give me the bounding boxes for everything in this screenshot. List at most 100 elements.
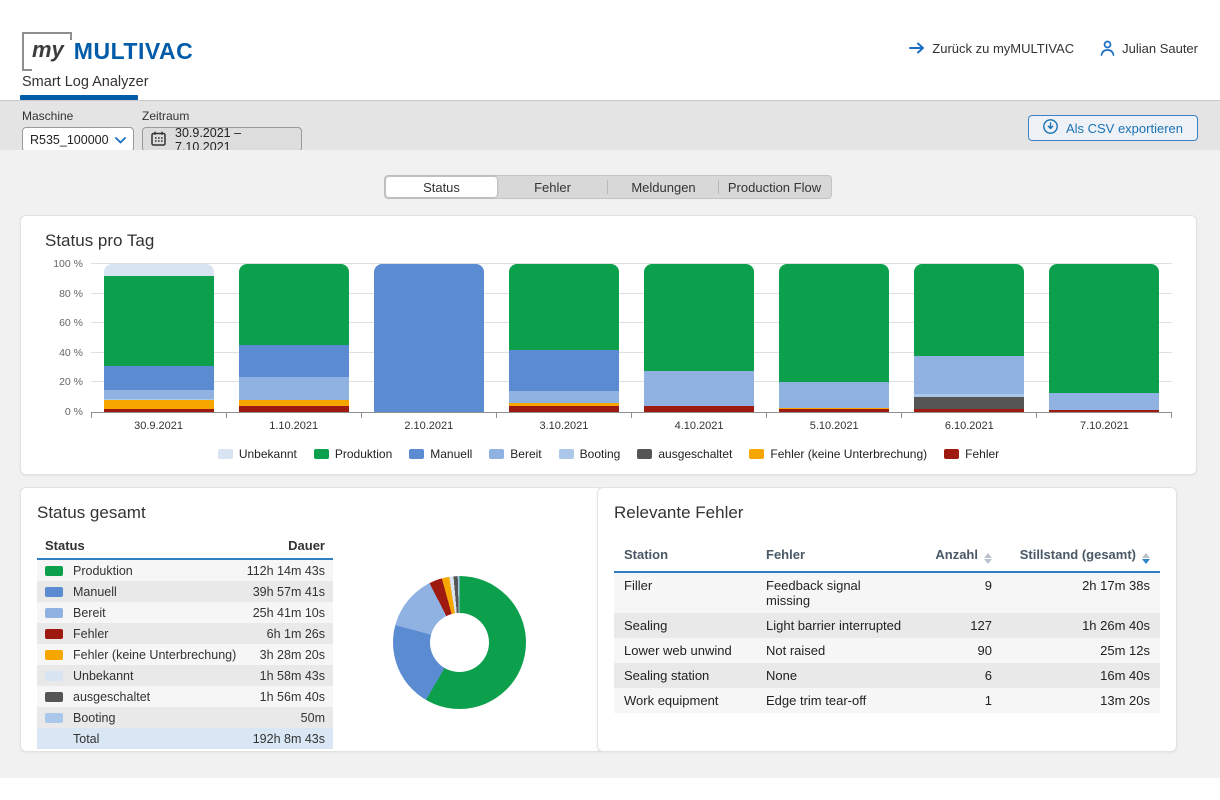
- machine-select[interactable]: R535_100000: [22, 127, 134, 152]
- date-range-picker[interactable]: 30.9.2021 – 7.10.2021: [142, 127, 302, 152]
- status-total-table: Status Dauer Produktion112h 14m 43sManue…: [37, 535, 333, 749]
- user-name-label: Julian Sauter: [1122, 41, 1198, 56]
- legend-label: Fehler: [965, 447, 999, 461]
- status-duration: 1h 56m 40s: [260, 690, 325, 704]
- legend-item-produktion[interactable]: Produktion: [314, 447, 392, 461]
- legend-item-fehler[interactable]: Fehler: [944, 447, 999, 461]
- status-swatch: [45, 629, 63, 639]
- sort-icon-active: [1142, 553, 1150, 564]
- stillstand-col-header-sort[interactable]: Stillstand (gesamt): [992, 547, 1150, 564]
- status-total-card: Status gesamt Status Dauer Produktion112…: [20, 487, 603, 752]
- smart-log-analyzer-page: my MULTIVAC Smart Log Analyzer Zurück zu…: [0, 0, 1220, 800]
- legend-item-bereit[interactable]: Bereit: [489, 447, 541, 461]
- error-station: Filler: [624, 578, 766, 608]
- x-label: 7.10.2021: [1037, 420, 1172, 432]
- bar-group-6.10.2021[interactable]: [902, 265, 1037, 412]
- status-name: Bereit: [73, 606, 106, 620]
- status-row-fehler: Fehler 6h 1m 26s: [37, 623, 333, 644]
- bar-segment-fehler: [1049, 410, 1159, 412]
- bar-segment-bereit: [779, 382, 889, 407]
- legend-item-ausgeschaltet[interactable]: ausgeschaltet: [637, 447, 732, 461]
- bar-segment-produktion: [914, 264, 1024, 356]
- error-count: 6: [902, 668, 992, 683]
- anzahl-col-header-sort[interactable]: Anzahl: [902, 547, 992, 564]
- mymultivac-logo[interactable]: my MULTIVAC: [22, 32, 193, 69]
- bar-group-4.10.2021[interactable]: [632, 265, 767, 412]
- bar-segment-bereit: [914, 356, 1024, 394]
- x-label: 4.10.2021: [632, 420, 767, 432]
- error-count: 9: [902, 578, 992, 608]
- legend-item-fehler-keine-unterbrechung-[interactable]: Fehler (keine Unterbrechung): [749, 447, 927, 461]
- bar-segment-produktion: [644, 264, 754, 371]
- period-label: Zeitraum: [142, 109, 302, 123]
- main-content: StatusFehlerMeldungenProduction Flow Sta…: [0, 150, 1220, 778]
- y-tick-label: 0 %: [65, 406, 83, 418]
- x-label: 30.9.2021: [91, 420, 226, 432]
- total-value: 192h 8m 43s: [253, 732, 325, 746]
- error-description: Edge trim tear-off: [766, 693, 902, 708]
- error-count: 127: [902, 618, 992, 633]
- bar-segment-bereit: [239, 377, 349, 401]
- status-donut-chart[interactable]: [393, 576, 526, 709]
- status-name: Produktion: [73, 564, 133, 578]
- fehler-col-header: Fehler: [766, 547, 902, 564]
- error-downtime: 2h 17m 38s: [992, 578, 1150, 608]
- y-tick-label: 20 %: [59, 376, 83, 388]
- legend-item-manuell[interactable]: Manuell: [409, 447, 472, 461]
- legend-swatch: [944, 449, 959, 459]
- bar-group-30.9.2021[interactable]: [91, 265, 226, 412]
- machine-label: Maschine: [22, 109, 134, 123]
- bar-group-3.10.2021[interactable]: [496, 265, 631, 412]
- relevant-errors-title: Relevante Fehler: [614, 503, 1160, 523]
- error-description: Not raised: [766, 643, 902, 658]
- error-row-work-equipment: Work equipmentEdge trim tear-off113m 20s: [614, 688, 1160, 713]
- back-to-mymultivac-link[interactable]: Zurück zu myMULTIVAC: [909, 41, 1074, 56]
- status-row-bereit: Bereit25h 41m 10s: [37, 602, 333, 623]
- station-col-header: Station: [624, 547, 766, 564]
- error-station: Work equipment: [624, 693, 766, 708]
- status-swatch: [45, 566, 63, 576]
- dauer-col-header: Dauer: [288, 538, 325, 553]
- bar-group-2.10.2021[interactable]: [361, 265, 496, 412]
- legend-swatch: [409, 449, 424, 459]
- chart-x-ticks: [91, 413, 1172, 418]
- bar-segment-bereit: [644, 371, 754, 407]
- view-tab-fehler[interactable]: Fehler: [497, 177, 608, 197]
- tab-smart-log-analyzer[interactable]: Smart Log Analyzer: [22, 74, 149, 90]
- status-swatch: [45, 650, 63, 660]
- status-per-day-card: Status pro Tag 0 %20 %40 %60 %80 %100 % …: [20, 215, 1197, 475]
- legend-item-booting[interactable]: Booting: [559, 447, 621, 461]
- chevron-down-icon: [115, 133, 126, 147]
- status-name: ausgeschaltet: [73, 690, 150, 704]
- relevant-errors-card: Relevante Fehler Station Fehler Anzahl S…: [597, 487, 1177, 752]
- chart-legend: Unbekannt Produktion Manuell Bereit Booting a…: [45, 447, 1172, 461]
- calendar-icon: [151, 131, 166, 149]
- bar-segment-manuell: [104, 366, 214, 390]
- view-tab-status[interactable]: Status: [386, 177, 497, 197]
- status-total-row: Total 192h 8m 43s: [37, 728, 333, 749]
- status-name: Unbekannt: [73, 669, 133, 683]
- legend-item-unbekannt[interactable]: Unbekannt: [218, 447, 297, 461]
- view-tab-production-flow[interactable]: Production Flow: [719, 177, 830, 197]
- bar-group-1.10.2021[interactable]: [226, 265, 361, 412]
- bar-segment-fehler: [914, 409, 1024, 412]
- legend-swatch: [314, 449, 329, 459]
- legend-swatch: [637, 449, 652, 459]
- error-row-sealing-station: Sealing stationNone616m 40s: [614, 663, 1160, 688]
- x-label: 1.10.2021: [226, 420, 361, 432]
- bar-segment-produktion: [779, 264, 889, 382]
- status-duration: 6h 1m 26s: [267, 627, 325, 641]
- view-tab-meldungen[interactable]: Meldungen: [608, 177, 719, 197]
- status-row-ausgeschaltet: ausgeschaltet 1h 56m 40s: [37, 686, 333, 707]
- user-menu[interactable]: Julian Sauter: [1100, 40, 1198, 56]
- bar-group-5.10.2021[interactable]: [767, 265, 902, 412]
- status-duration: 112h 14m 43s: [247, 564, 325, 578]
- logo-my-text: my: [22, 32, 72, 69]
- status-name: Fehler: [73, 627, 108, 641]
- bar-segment-fehler: [509, 406, 619, 412]
- bar-group-7.10.2021[interactable]: [1037, 265, 1172, 412]
- export-csv-button[interactable]: Als CSV exportieren: [1028, 115, 1198, 141]
- status-swatch: [45, 713, 63, 723]
- legend-label: Manuell: [430, 447, 472, 461]
- y-tick-label: 100 %: [53, 258, 83, 270]
